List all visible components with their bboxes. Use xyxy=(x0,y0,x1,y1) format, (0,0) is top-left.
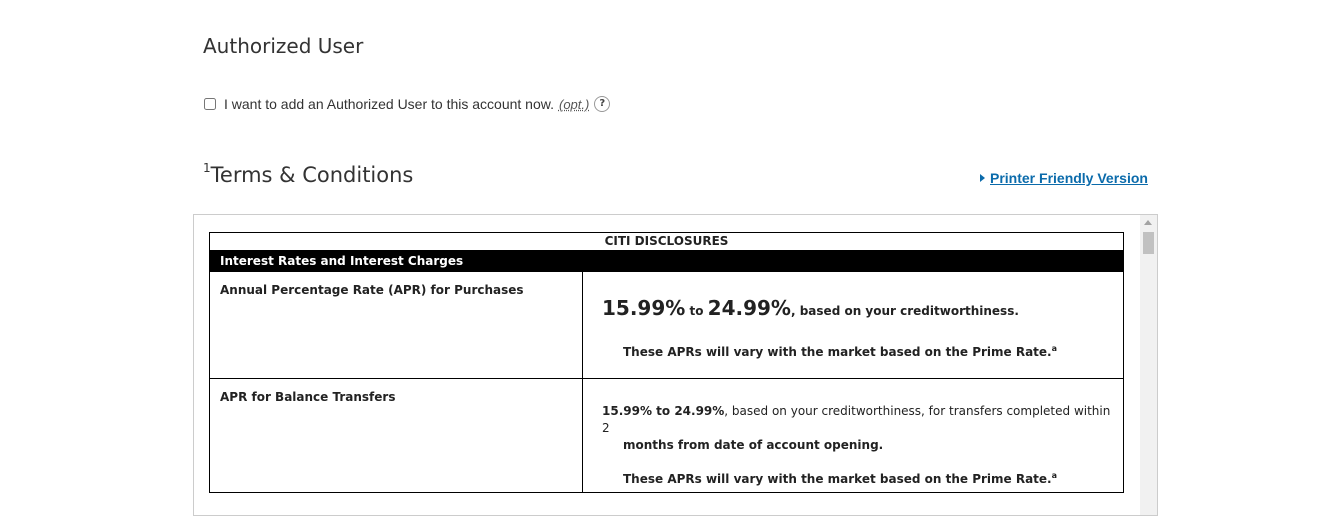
scroll-up-arrow-icon[interactable] xyxy=(1144,220,1152,225)
help-icon[interactable]: ? xyxy=(594,96,611,112)
rate-low: 15.99% xyxy=(602,296,686,320)
add-authorized-user-checkbox[interactable] xyxy=(204,98,216,110)
printer-friendly-link-row: Printer Friendly Version xyxy=(980,170,1148,186)
table-row: APR for Balance Transfers 15.99% to 24.9… xyxy=(209,378,1124,493)
optional-indicator: (opt.) xyxy=(558,96,590,112)
scrollbar[interactable] xyxy=(1140,215,1157,515)
scroll-thumb[interactable] xyxy=(1143,232,1154,254)
terms-title: 1Terms & Conditions xyxy=(203,161,414,187)
apr-note: These APRs will vary with the market bas… xyxy=(623,344,1113,359)
authorized-user-row: I want to add an Authorized User to this… xyxy=(203,96,611,112)
bt-note-text: These APRs will vary with the market bas… xyxy=(623,472,1052,486)
rate-suffix: , based on your creditworthiness. xyxy=(790,304,1019,318)
disclosures-frame[interactable]: CITI DISCLOSURES Interest Rates and Inte… xyxy=(193,214,1158,516)
bt-note: These APRs will vary with the market bas… xyxy=(623,471,1113,486)
apr-note-footnote: a xyxy=(1051,344,1058,353)
bt-rate-suffix-2: months from date of account opening. xyxy=(623,438,884,452)
purchase-apr-value: 15.99% to 24.99%, based on your creditwo… xyxy=(582,271,1124,379)
terms-footnote-marker: 1 xyxy=(203,161,211,175)
terms-title-text: Terms & Conditions xyxy=(210,163,414,187)
disclosures-caption: CITI DISCLOSURES xyxy=(209,232,1124,251)
add-authorized-user-label[interactable]: I want to add an Authorized User to this… xyxy=(224,96,554,112)
authorized-user-title: Authorized User xyxy=(203,34,364,58)
section-header: Interest Rates and Interest Charges xyxy=(209,250,1124,272)
balance-transfer-apr-value: 15.99% to 24.99%, based on your creditwo… xyxy=(582,378,1124,493)
caret-right-icon xyxy=(980,174,985,182)
printer-friendly-link[interactable]: Printer Friendly Version xyxy=(990,170,1148,186)
rate-to: to xyxy=(689,304,704,318)
bt-rate: 15.99% to 24.99% xyxy=(602,404,725,418)
disclosures-table: CITI DISCLOSURES Interest Rates and Inte… xyxy=(209,232,1124,493)
apr-note-text: These APRs will vary with the market bas… xyxy=(623,345,1052,359)
table-row: Annual Percentage Rate (APR) for Purchas… xyxy=(209,271,1124,379)
rate-high: 24.99% xyxy=(707,296,791,320)
bt-note-footnote: a xyxy=(1051,471,1058,480)
balance-transfer-apr-label: APR for Balance Transfers xyxy=(209,378,583,493)
purchase-apr-label: Annual Percentage Rate (APR) for Purchas… xyxy=(209,271,583,379)
